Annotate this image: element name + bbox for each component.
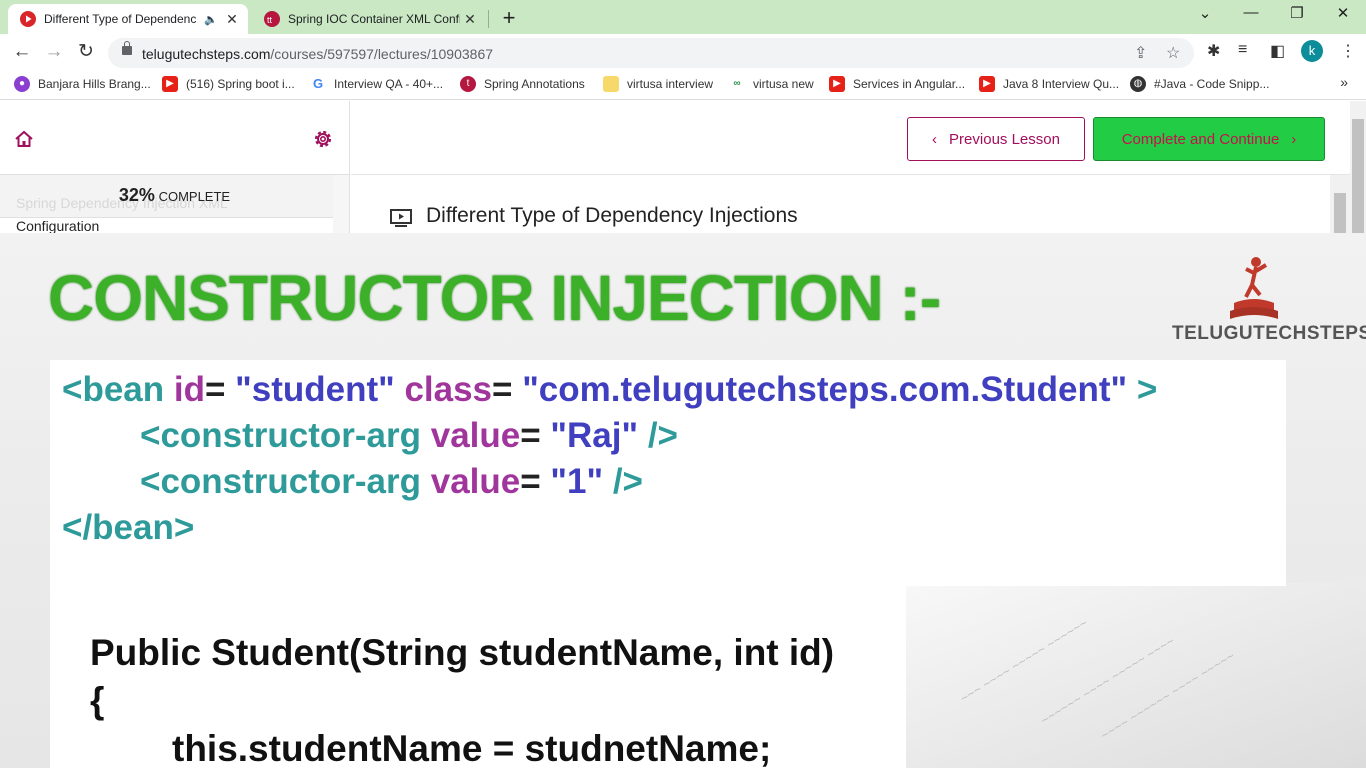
folder-icon	[603, 76, 619, 92]
bookmark-item[interactable]: ▶ Services in Angular...	[829, 76, 965, 92]
extensions-icon[interactable]: ✱	[1207, 41, 1220, 61]
side-panel-icon[interactable]: ◧	[1270, 41, 1285, 61]
close-tab-icon[interactable]: ✕	[222, 11, 242, 28]
java-line-1: Public Student(String studentName, int i…	[90, 632, 835, 673]
progress-text: 32% COMPLETE	[118, 185, 231, 205]
reload-button[interactable]: ↻	[74, 40, 98, 64]
video-lecture-icon	[390, 209, 412, 227]
bookmark-star-icon[interactable]: ☆	[1166, 43, 1180, 63]
banjara-favicon-icon: ●	[14, 76, 30, 92]
google-icon: G	[310, 76, 326, 92]
brand-name: TELUGUTECHSTEPS	[1172, 323, 1366, 344]
xml-line-3: <constructor-arg value= "1" />	[140, 462, 643, 501]
bookmark-item[interactable]: t Spring Annotations	[460, 76, 585, 92]
tab-active[interactable]: Different Type of Dependenc 🔈 ✕	[8, 4, 248, 34]
tab-title: Different Type of Dependenc	[44, 12, 197, 26]
bookmark-item[interactable]: ∞ virtusa new	[729, 76, 814, 92]
slide-heading: CONSTRUCTOR INJECTION :-	[48, 262, 941, 334]
more-bookmarks-icon[interactable]: »	[1340, 74, 1348, 90]
share-icon[interactable]: ⇪	[1134, 43, 1147, 63]
xml-line-1: <bean id= "student" class= "com.telugute…	[62, 370, 1158, 409]
browser-toolbar: ← → ↻ telugutechsteps.com/courses/597597…	[0, 34, 1366, 70]
settings-gear-icon[interactable]	[312, 128, 334, 150]
previous-lesson-button[interactable]: ‹ Previous Lesson	[907, 117, 1085, 161]
chevron-right-icon: ›	[1291, 130, 1297, 148]
youtube-play-icon	[20, 11, 36, 27]
bookmark-item[interactable]: ● Banjara Hills Brang...	[14, 76, 151, 92]
telugutechsteps-logo-icon	[1230, 257, 1278, 319]
video-player[interactable]: ~~~ ~~~~ ~~~~~ ~~~~~~ ~~~~~~ ~~~~ ~~~~~ …	[0, 233, 1366, 768]
close-tab-icon[interactable]: ✕	[460, 11, 480, 28]
address-bar[interactable]: telugutechsteps.com/courses/597597/lectu…	[108, 38, 1194, 68]
site-favicon-icon: t	[460, 76, 476, 92]
geeksforgeeks-icon: ∞	[729, 76, 745, 92]
xml-code-block: <bean id= "student" class= "com.telugute…	[50, 360, 1286, 586]
lock-icon[interactable]	[122, 41, 132, 55]
tab-inactive[interactable]: tt Spring IOC Container XML Config ✕	[252, 4, 486, 34]
restore-button[interactable]: ❐	[1282, 4, 1312, 22]
youtube-icon: ▶	[979, 76, 995, 92]
java-line-3: this.studentName = studnetName;	[172, 728, 772, 768]
bookmark-item[interactable]: ▶ (516) Spring boot i...	[162, 76, 295, 92]
menu-icon[interactable]: ⋮	[1340, 41, 1356, 61]
speaker-icon[interactable]: 🔈	[204, 13, 218, 26]
bookmark-item[interactable]: ◍ #Java - Code Snipp...	[1130, 76, 1269, 92]
sidebar-scrollbar[interactable]	[333, 175, 349, 233]
bookmark-item[interactable]: virtusa interview	[603, 76, 713, 92]
profile-avatar[interactable]: k	[1301, 40, 1323, 62]
tab-divider	[488, 10, 489, 28]
home-icon[interactable]	[14, 129, 34, 149]
youtube-icon: ▶	[162, 76, 178, 92]
youtube-icon: ▶	[829, 76, 845, 92]
tab-title: Spring IOC Container XML Config	[288, 12, 460, 26]
forward-button[interactable]: →	[42, 40, 66, 64]
content-scrollbar[interactable]	[1330, 175, 1350, 235]
java-code-block: Public Student(String studentName, int i…	[50, 586, 906, 768]
new-tab-button[interactable]: +	[498, 5, 520, 31]
globe-icon: ◍	[1130, 76, 1146, 92]
java-line-2: {	[90, 680, 105, 721]
back-button[interactable]: ←	[10, 40, 34, 64]
page-scrollbar[interactable]	[1350, 101, 1366, 235]
close-window-button[interactable]: ✕	[1328, 4, 1358, 22]
url-text[interactable]: telugutechsteps.com/courses/597597/lectu…	[142, 46, 493, 62]
course-sidebar: Spring Dependency Injection XML 32% COMP…	[0, 101, 350, 234]
lecture-title: Different Type of Dependency Injections	[426, 204, 798, 227]
bookmark-item[interactable]: G Interview QA - 40+...	[310, 76, 443, 92]
complete-and-continue-button[interactable]: Complete and Continue ›	[1093, 117, 1325, 161]
xml-line-4: </bean>	[62, 508, 195, 547]
tab-strip: Different Type of Dependenc 🔈 ✕ tt Sprin…	[0, 0, 1366, 34]
media-control-icon[interactable]: ≡	[1238, 41, 1247, 59]
course-progress: Spring Dependency Injection XML 32% COMP…	[0, 174, 349, 218]
svg-text:tt: tt	[267, 15, 273, 25]
bookmarks-bar: ● Banjara Hills Brang... ▶ (516) Spring bo…	[0, 70, 1366, 100]
tab-search-icon[interactable]: ⌄	[1190, 4, 1220, 22]
site-favicon-icon: tt	[264, 11, 280, 27]
chevron-left-icon: ‹	[932, 130, 938, 148]
book-background	[906, 583, 1366, 768]
section-title: Configuration	[16, 218, 100, 234]
bookmark-item[interactable]: ▶ Java 8 Interview Qu...	[979, 76, 1119, 92]
xml-line-2: <constructor-arg value= "Raj" />	[140, 416, 678, 455]
minimize-button[interactable]: —	[1236, 4, 1266, 21]
